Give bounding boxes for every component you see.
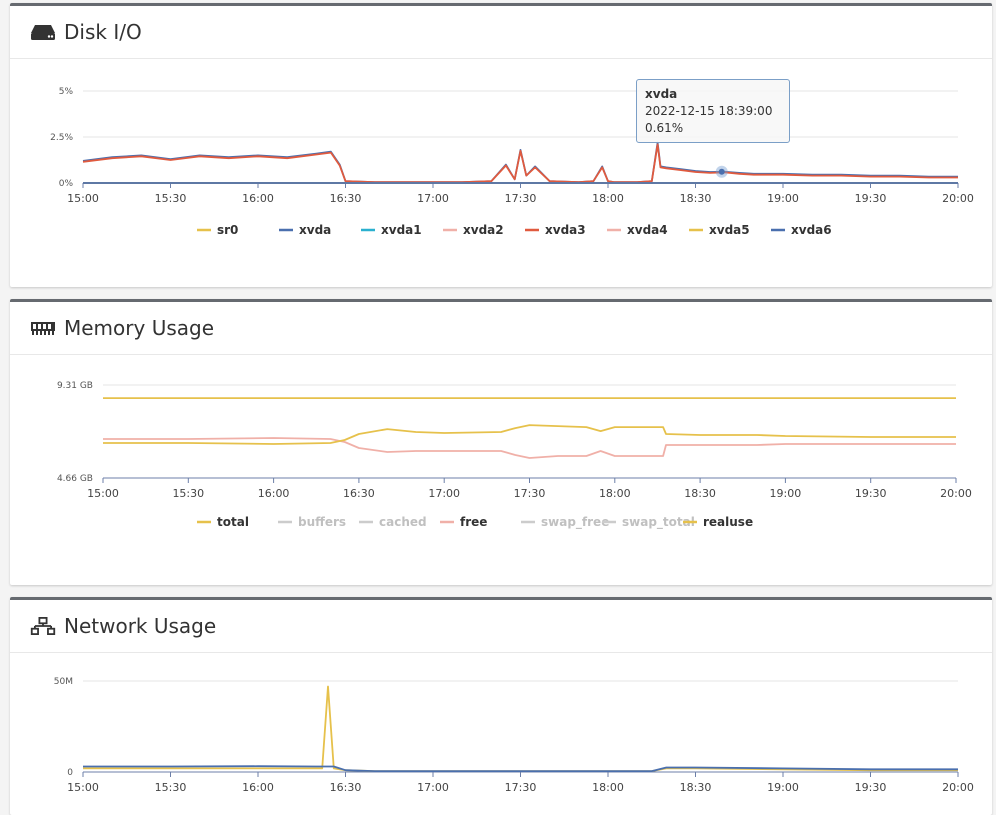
x-tick-label: 15:00 xyxy=(87,487,119,500)
disk-io-panel: Disk I/O 0% 2.5% 5% 15:00 15:30 16:00 16:30 17:… xyxy=(10,3,992,287)
x-tick-label: 20:00 xyxy=(940,487,972,500)
legend-label: xvda6 xyxy=(791,223,832,237)
legend-label: sr0 xyxy=(217,223,238,237)
series-line-free[interactable] xyxy=(103,437,956,459)
x-tick-label: 16:00 xyxy=(242,781,274,794)
disk-io-chart[interactable]: 0% 2.5% 5% 15:00 15:30 16:00 16:30 17:00 17:30 18… xyxy=(10,61,992,287)
series-line-realuse[interactable] xyxy=(103,424,956,445)
x-tick-label: 16:30 xyxy=(343,487,375,500)
x-tick-label: 18:30 xyxy=(680,192,712,205)
legend-label: xvda4 xyxy=(627,223,668,237)
x-tick-label: 20:00 xyxy=(942,781,974,794)
memory-usage-chart[interactable]: 4.66 GB 9.31 GB 15:00 15:30 16:00 16:30 17:00 1… xyxy=(10,357,992,585)
legend-item-swap_total[interactable]: swap_total xyxy=(602,515,695,530)
panel-title: Memory Usage xyxy=(64,316,215,340)
legend-item-buffers[interactable]: buffers xyxy=(278,515,346,529)
network-usage-chart[interactable]: 0 50M 15:00 15:30 16:00 16:30 17:00 17:30 18:00 1… xyxy=(10,655,992,815)
network-icon xyxy=(30,617,56,635)
legend-label: xvda xyxy=(299,223,331,237)
x-tick-label: 19:00 xyxy=(767,192,799,205)
x-tick-label: 17:30 xyxy=(514,487,546,500)
series-line-net-0[interactable] xyxy=(83,685,958,772)
legend-item-xvda4[interactable]: xvda4 xyxy=(607,223,668,237)
x-tick-label: 15:30 xyxy=(155,781,187,794)
x-tick-label: 18:00 xyxy=(592,192,624,205)
panel-title: Network Usage xyxy=(64,614,217,638)
x-tick-label: 16:30 xyxy=(330,192,362,205)
legend-item-swap_free[interactable]: swap_free xyxy=(521,515,609,530)
legend-item-sr0[interactable]: sr0 xyxy=(197,223,238,237)
x-tick-label: 18:00 xyxy=(592,781,624,794)
legend-label: swap_free xyxy=(541,515,609,530)
disk-io-header: Disk I/O xyxy=(10,6,992,59)
legend-item-xvda6[interactable]: xvda6 xyxy=(771,223,832,237)
x-tick-label: 15:00 xyxy=(67,192,99,205)
memory-chip-icon xyxy=(31,322,55,335)
memory-usage-header: Memory Usage xyxy=(10,302,992,355)
legend-item-xvda3[interactable]: xvda3 xyxy=(525,223,586,237)
x-tick-label: 18:30 xyxy=(684,487,716,500)
x-tick-label: 17:00 xyxy=(428,487,460,500)
y-tick-label: 50M xyxy=(54,677,73,687)
x-tick-label: 19:00 xyxy=(767,781,799,794)
x-tick-label: 19:30 xyxy=(855,781,887,794)
y-tick-label: 2.5% xyxy=(50,133,73,143)
x-tick-label: 17:30 xyxy=(505,781,537,794)
x-tick-label: 18:30 xyxy=(680,781,712,794)
legend-label: xvda5 xyxy=(709,223,750,237)
y-tick-label: 0% xyxy=(59,179,74,189)
legend-label: realuse xyxy=(703,515,753,529)
tooltip-series: xvda xyxy=(645,87,678,101)
series-line-xvda3[interactable] xyxy=(82,143,958,183)
y-tick-label: 4.66 GB xyxy=(57,474,93,484)
memory-usage-panel: Memory Usage 4.66 GB 9.31 GB 15:00 15:30 16:… xyxy=(10,299,992,585)
legend-label: xvda2 xyxy=(463,223,504,237)
legend-label: xvda1 xyxy=(381,223,422,237)
legend-item-free[interactable]: free xyxy=(440,515,487,529)
y-tick-label: 9.31 GB xyxy=(57,381,93,391)
y-tick-label: 5% xyxy=(59,87,74,97)
x-tick-label: 15:30 xyxy=(155,192,187,205)
panel-title: Disk I/O xyxy=(64,20,142,44)
x-tick-label: 15:30 xyxy=(172,487,204,500)
legend-item-xvda2[interactable]: xvda2 xyxy=(443,223,504,237)
x-tick-label: 19:30 xyxy=(855,487,887,500)
x-tick-label: 17:00 xyxy=(417,781,449,794)
tooltip-time: 2022-12-15 18:39:00 xyxy=(645,104,773,118)
tooltip-value: 0.61% xyxy=(645,121,684,135)
legend-label: cached xyxy=(379,515,427,529)
legend-item-xvda5[interactable]: xvda5 xyxy=(689,223,750,237)
x-tick-label: 18:00 xyxy=(599,487,631,500)
hover-point[interactable] xyxy=(718,168,725,175)
legend-label: free xyxy=(460,515,487,529)
x-tick-label: 20:00 xyxy=(942,192,974,205)
legend-label: total xyxy=(217,515,249,529)
network-usage-header: Network Usage xyxy=(10,600,992,653)
legend-item-xvda1[interactable]: xvda1 xyxy=(361,223,422,237)
network-usage-panel: Network Usage 0 50M 15:00 15:30 16:00 16:30 17… xyxy=(10,597,992,815)
x-tick-label: 16:00 xyxy=(242,192,274,205)
legend-item-total[interactable]: total xyxy=(197,515,249,529)
y-tick-label: 0 xyxy=(67,768,73,778)
legend-item-cached[interactable]: cached xyxy=(359,515,427,529)
chart-tooltip: xvda 2022-12-15 18:39:00 0.61% xyxy=(636,79,790,143)
x-tick-label: 16:30 xyxy=(330,781,362,794)
x-tick-label: 17:30 xyxy=(505,192,537,205)
legend-label: xvda3 xyxy=(545,223,586,237)
legend-item-xvda[interactable]: xvda xyxy=(279,223,331,237)
hard-drive-icon xyxy=(31,25,55,40)
x-tick-label: 15:00 xyxy=(67,781,99,794)
x-tick-label: 19:00 xyxy=(770,487,802,500)
x-tick-label: 19:30 xyxy=(855,192,887,205)
x-tick-label: 16:00 xyxy=(258,487,290,500)
x-tick-label: 17:00 xyxy=(417,192,449,205)
legend-label: buffers xyxy=(298,515,346,529)
